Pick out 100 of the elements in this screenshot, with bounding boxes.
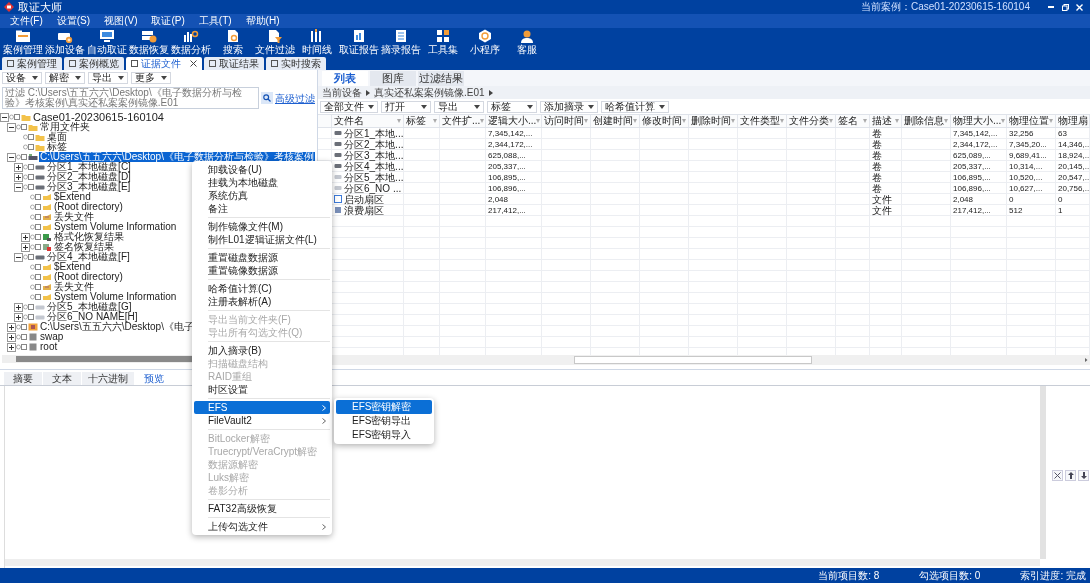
tree-item[interactable]: 签名恢复结果 <box>53 242 115 252</box>
tab[interactable]: 案例概览 <box>64 57 124 70</box>
column-header[interactable]: 删除时间 <box>691 115 731 127</box>
menu-item[interactable]: EFS密钥导出 <box>336 414 432 428</box>
tab[interactable]: 图库 <box>370 71 416 86</box>
column-header[interactable]: 删除信息 <box>904 115 944 127</box>
toolbar-button[interactable]: 数据分析 <box>170 28 212 56</box>
column-header[interactable]: 物理位置 <box>1009 115 1049 127</box>
tab[interactable]: 案例管理 <box>2 57 62 70</box>
tab[interactable]: 列表 <box>322 71 368 86</box>
tree-item[interactable]: 桌面 <box>46 132 68 142</box>
toolbar-button[interactable]: 搜索 <box>212 28 254 56</box>
menu-item[interactable]: 取证(P) <box>145 14 191 28</box>
tree-item[interactable]: Case01-20230615-160104 <box>32 112 165 122</box>
menu-item[interactable]: FileVault2 <box>194 414 330 427</box>
tree-item[interactable]: $Extend <box>53 262 92 272</box>
menu-item[interactable]: EFS密钥解密 <box>336 400 432 414</box>
tab[interactable]: 取证结果 <box>204 57 264 70</box>
toolbar-button[interactable]: 摘录报告 <box>380 28 422 56</box>
menu-item[interactable]: 哈希值计算(C) <box>194 282 330 295</box>
toolbar-button[interactable]: 数据恢复 <box>128 28 170 56</box>
tree-item[interactable]: 标签 <box>46 142 68 152</box>
menu-item[interactable]: 设置(S) <box>50 14 97 28</box>
menu-item[interactable]: 卸载设备(U) <box>194 163 330 176</box>
column-header[interactable]: 签名 <box>838 115 858 127</box>
dropdown-button[interactable]: 设备 <box>2 72 42 84</box>
menu-item[interactable]: 文件(F) <box>4 14 49 28</box>
tree-item[interactable]: (Root directory) <box>53 202 124 212</box>
tab[interactable]: 实时搜索 <box>266 57 326 70</box>
toolbar-button[interactable]: 添加设备 <box>44 28 86 56</box>
breadcrumb-item[interactable]: 当前设备 <box>322 86 362 99</box>
menu-item[interactable]: 上传勾选文件 <box>194 520 330 533</box>
menu-item[interactable]: 制作L01逻辑证据文件(L) <box>194 233 330 246</box>
tree-item[interactable]: 分区6_NO NAME[H] <box>46 312 139 322</box>
menu-item[interactable]: 工具(T) <box>192 14 238 28</box>
toolbar-button[interactable]: 案例管理 <box>2 28 44 56</box>
tree-item[interactable]: swap <box>39 332 65 342</box>
column-header[interactable]: 物理大小... <box>953 115 1002 127</box>
tree-item[interactable]: (Root directory) <box>53 272 124 282</box>
menu-item[interactable]: 注册表解析(A) <box>194 295 330 308</box>
menu-item[interactable]: 帮助(H) <box>239 14 286 28</box>
menu-item[interactable]: FAT32高级恢复 <box>194 502 330 515</box>
column-header[interactable]: 文件类型 <box>740 115 780 127</box>
dropdown-button[interactable]: 全部文件 <box>320 100 378 113</box>
tree-item[interactable]: System Volume Information <box>53 292 178 302</box>
menu-item[interactable]: 备注 <box>194 202 330 215</box>
tree-item[interactable]: C:\Users\五五六六\Desktop\《电子数据分析与检验》考核案例 <box>39 152 315 162</box>
menu-item[interactable]: EFS密钥导入 <box>336 428 432 442</box>
toolbar-button[interactable]: 自动取证 <box>86 28 128 56</box>
tree-item[interactable]: 丢失文件 <box>53 212 95 222</box>
menu-item[interactable]: 重置磁盘数据源 <box>194 251 330 264</box>
dropdown-button[interactable]: 更多 <box>131 72 171 84</box>
tree-item[interactable]: 常用文件夹 <box>39 122 91 132</box>
tree-item[interactable]: 分区5_本地磁盘[G] <box>46 302 133 312</box>
tree-item[interactable]: 分区3_本地磁盘[E] <box>46 182 132 192</box>
tree-item[interactable]: 分区4_本地磁盘[F] <box>46 252 131 262</box>
advanced-filter-link[interactable]: 高级过滤 <box>275 90 315 106</box>
toolbar-button[interactable]: 工具集 <box>422 28 464 56</box>
dropdown-button[interactable]: 导出 <box>88 72 128 84</box>
column-header[interactable]: 创建时间 <box>593 115 633 127</box>
tree-item[interactable]: System Volume Information <box>53 222 178 232</box>
dropdown-button[interactable]: 打开 <box>381 100 431 113</box>
filter-field[interactable]: 过滤 C:\Users\五五六六\Desktop\《电子数据分析与检验》考核案例\真实还私案案例镜像.E01 <box>2 87 260 109</box>
dropdown-button[interactable]: 添加摘录 <box>540 100 598 113</box>
menu-item[interactable]: 系统仿真 <box>194 189 330 202</box>
column-header[interactable]: 描述 <box>872 115 892 127</box>
menu-item[interactable]: 时区设置 <box>194 383 330 396</box>
tab[interactable]: 证据文件 <box>126 57 202 70</box>
tree-item[interactable]: 丢失文件 <box>53 282 95 292</box>
dropdown-button[interactable]: 哈希值计算 <box>601 100 669 113</box>
tab[interactable]: 十六进制 <box>82 372 134 385</box>
column-header[interactable]: 访问时间 <box>544 115 584 127</box>
menu-item[interactable]: 加入摘录(B) <box>194 344 330 357</box>
column-header[interactable]: 逻辑大小... <box>488 115 537 127</box>
toolbar-button[interactable]: 小程序 <box>464 28 506 56</box>
column-header[interactable]: 文件分类 <box>789 115 829 127</box>
column-header[interactable]: 文件扩... <box>442 115 481 127</box>
toolbar-button[interactable]: 时间线 <box>296 28 338 56</box>
dropdown-button[interactable]: 标签 <box>487 100 537 113</box>
toolbar-button[interactable]: 取证报告 <box>338 28 380 56</box>
column-header[interactable]: 标签 <box>406 115 426 127</box>
column-header[interactable]: 文件名 <box>334 115 364 127</box>
toolbar-button[interactable]: 文件过滤 <box>254 28 296 56</box>
tree-item[interactable]: root <box>39 342 59 352</box>
tab[interactable]: 文本 <box>43 372 81 385</box>
menu-item[interactable]: 制作镜像文件(M) <box>194 220 330 233</box>
tab[interactable]: 过滤结果 <box>418 71 464 86</box>
menu-item[interactable]: 视图(V) <box>98 14 144 28</box>
menu-item[interactable]: 重置镜像数据源 <box>194 264 330 277</box>
breadcrumb-item[interactable]: 真实还私案案例镜像.E01 <box>374 86 485 99</box>
tab[interactable]: 摘要 <box>4 372 42 385</box>
tree-item[interactable]: 格式化恢复结果 <box>53 232 125 242</box>
column-header[interactable]: 物理扇 <box>1058 115 1088 127</box>
tree-item[interactable]: 分区2_本地磁盘[D] <box>46 172 132 182</box>
tree-item[interactable]: $Extend <box>53 192 92 202</box>
toolbar-button[interactable]: 客服 <box>506 28 548 56</box>
dropdown-button[interactable]: 导出 <box>434 100 484 113</box>
column-header[interactable]: 修改时间 <box>642 115 682 127</box>
menu-item[interactable]: 挂载为本地磁盘 <box>194 176 330 189</box>
tree-item[interactable]: 分区1_本地磁盘[C] <box>46 162 132 172</box>
